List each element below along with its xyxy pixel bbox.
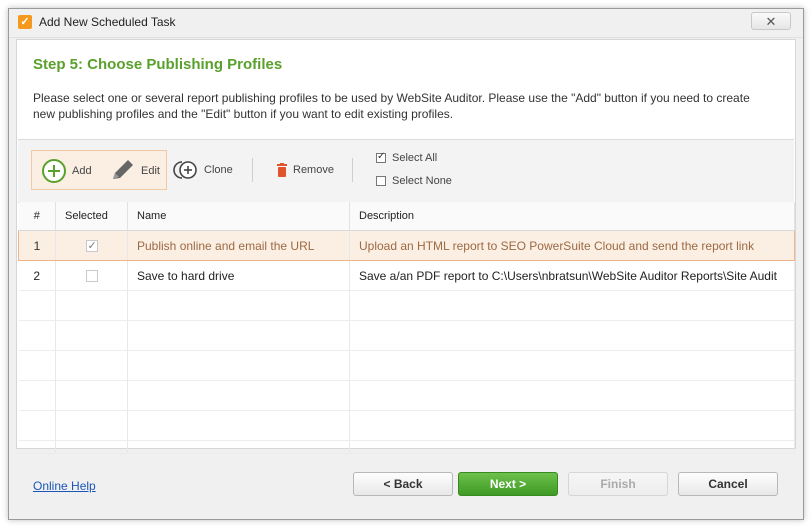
app-checkmark-icon: ✓ bbox=[18, 15, 32, 29]
column-header-selected[interactable]: Selected bbox=[55, 202, 128, 231]
close-button[interactable]: ✕ bbox=[751, 12, 791, 30]
edit-button[interactable]: Edit bbox=[108, 157, 160, 185]
table-row[interactable]: 1 Publish online and email the URL Uploa… bbox=[18, 230, 795, 261]
add-label: Add bbox=[72, 165, 92, 177]
row-description: Upload an HTML report to SEO PowerSuite … bbox=[349, 230, 795, 261]
add-icon bbox=[42, 159, 66, 183]
empty-row bbox=[18, 440, 795, 454]
column-header-num[interactable]: # bbox=[18, 202, 56, 231]
cancel-button[interactable]: Cancel bbox=[678, 472, 778, 496]
dialog-window: ✓ Add New Scheduled Task ✕ Step 5: Choos… bbox=[8, 8, 804, 520]
next-button[interactable]: Next > bbox=[458, 472, 558, 496]
row-number: 1 bbox=[18, 230, 56, 261]
footer: Online Help < Back Next > Finish Cancel bbox=[9, 457, 803, 517]
row-name: Save to hard drive bbox=[127, 260, 350, 291]
select-all-checkbox[interactable] bbox=[376, 151, 386, 163]
pencil-icon bbox=[113, 160, 133, 179]
online-help-link[interactable]: Online Help bbox=[33, 479, 96, 493]
toolbar: Add Edit Clone Remove ✓ Select All Selec… bbox=[18, 139, 794, 203]
row-name: Publish online and email the URL bbox=[127, 230, 350, 261]
row-description: Save a/an PDF report to C:\Users\nbratsu… bbox=[349, 260, 795, 291]
add-button[interactable]: Add bbox=[41, 158, 92, 184]
row-selected-cell bbox=[55, 260, 128, 291]
profiles-table: # Selected Name Description 1 Publish on… bbox=[18, 202, 795, 454]
title-bar: ✓ Add New Scheduled Task ✕ bbox=[9, 9, 803, 38]
column-header-description[interactable]: Description bbox=[349, 202, 795, 231]
back-button[interactable]: < Back bbox=[353, 472, 453, 496]
select-none-checkbox[interactable] bbox=[376, 176, 386, 186]
finish-button[interactable]: Finish bbox=[568, 472, 668, 496]
select-none-option[interactable]: Select None bbox=[376, 175, 452, 187]
toolbar-separator bbox=[252, 158, 253, 182]
select-none-label: Select None bbox=[392, 175, 452, 187]
window-title: Add New Scheduled Task bbox=[39, 15, 176, 29]
remove-label: Remove bbox=[293, 164, 334, 176]
edit-label: Edit bbox=[141, 165, 160, 177]
column-header-name[interactable]: Name bbox=[127, 202, 350, 231]
description-line-1: Please select one or several report publ… bbox=[33, 91, 750, 105]
row-checkbox[interactable] bbox=[85, 239, 98, 253]
trash-icon bbox=[277, 163, 287, 177]
select-all-label: Select All bbox=[392, 152, 438, 164]
clone-icon bbox=[173, 161, 197, 179]
toolbar-separator bbox=[352, 158, 353, 182]
remove-button[interactable]: Remove bbox=[276, 163, 334, 177]
clone-button[interactable]: Clone bbox=[173, 159, 233, 181]
content-panel: Step 5: Choose Publishing Profiles Pleas… bbox=[16, 39, 796, 454]
table-row[interactable]: 2 Save to hard drive Save a/an PDF repor… bbox=[18, 260, 795, 291]
row-selected-cell bbox=[55, 230, 128, 261]
empty-row bbox=[18, 410, 795, 441]
row-number: 2 bbox=[18, 260, 56, 291]
row-checkbox[interactable] bbox=[85, 270, 98, 283]
empty-row bbox=[18, 320, 795, 351]
empty-row bbox=[18, 290, 795, 321]
empty-row bbox=[18, 380, 795, 411]
clone-label: Clone bbox=[204, 164, 233, 176]
select-all-option[interactable]: Select All bbox=[376, 151, 438, 164]
description-line-2: new publishing profiles and the "Edit" b… bbox=[33, 107, 454, 121]
empty-row bbox=[18, 350, 795, 381]
step-description: Please select one or several report publ… bbox=[33, 90, 783, 122]
table-header-row: # Selected Name Description bbox=[18, 202, 795, 231]
step-title: Step 5: Choose Publishing Profiles bbox=[33, 56, 283, 73]
